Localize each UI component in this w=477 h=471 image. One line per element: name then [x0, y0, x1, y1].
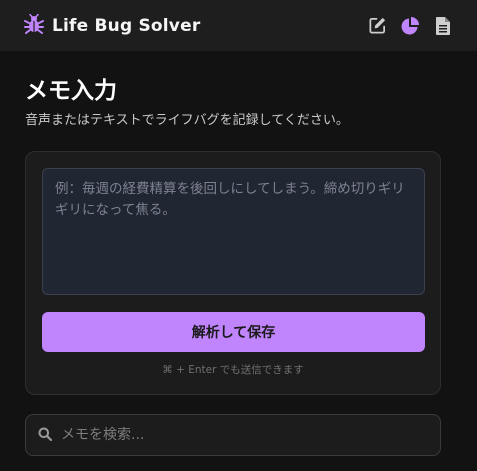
header-actions	[367, 16, 453, 36]
search-input[interactable]	[61, 415, 440, 455]
bug-icon	[24, 13, 44, 38]
memo-textarea[interactable]	[42, 168, 425, 295]
document-icon[interactable]	[433, 16, 453, 36]
memo-input-card: 解析して保存 ⌘ + Enter でも送信できます	[25, 151, 441, 395]
memo-search-box[interactable]	[25, 414, 441, 456]
shortcut-hint: ⌘ + Enter でも送信できます	[162, 364, 304, 376]
app-title: Life Bug Solver	[52, 15, 201, 36]
page-title: メモ入力	[25, 78, 117, 104]
brand: Life Bug Solver	[24, 13, 201, 38]
memo-section-heading: メモ入力 音声またはテキストでライフバグを記録してください。	[25, 76, 441, 130]
pie-chart-icon[interactable]	[400, 16, 420, 36]
page-subtitle: 音声またはテキストでライフバグを記録してください。	[25, 113, 349, 128]
search-icon	[38, 426, 53, 445]
analyze-save-button[interactable]: 解析して保存	[42, 312, 425, 352]
edit-icon[interactable]	[367, 16, 387, 36]
app-header: Life Bug Solver	[0, 0, 477, 51]
